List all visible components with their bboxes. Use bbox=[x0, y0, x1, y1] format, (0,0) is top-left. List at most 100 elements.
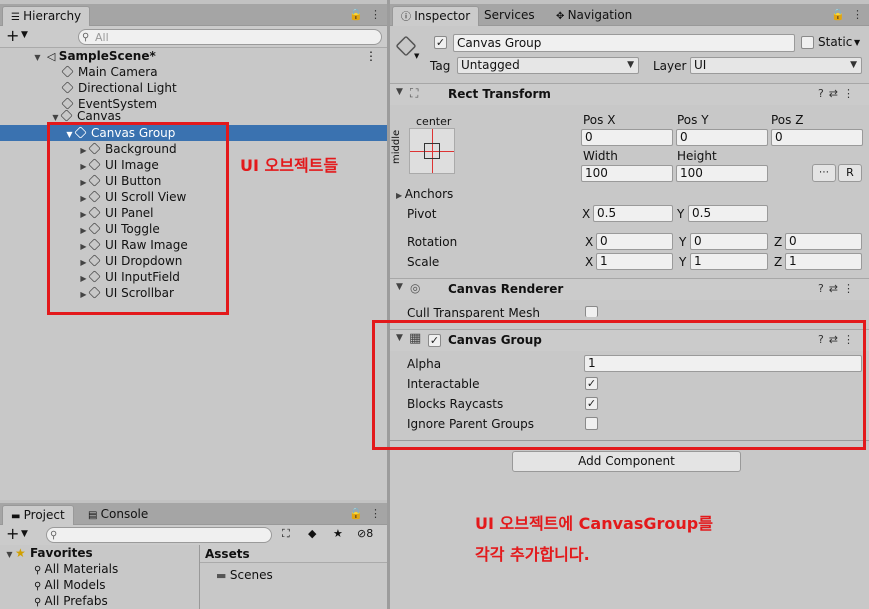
pivot-y-label: Y bbox=[677, 207, 685, 221]
add-icon[interactable]: + bbox=[6, 525, 19, 543]
width-input[interactable]: 100 bbox=[581, 165, 673, 182]
more-icon[interactable]: ⋮ bbox=[843, 282, 859, 295]
preset-icon[interactable]: ⇄ bbox=[829, 87, 843, 100]
pivot-label: Pivot bbox=[407, 207, 437, 221]
component-header-icons: ?⇄⋮ bbox=[818, 282, 859, 295]
tag-label: Tag bbox=[430, 59, 451, 73]
label-icon[interactable]: ◆ bbox=[308, 527, 316, 540]
expand-arrow-icon[interactable]: ▼ bbox=[32, 50, 43, 66]
eye-off-icon: ⊘ bbox=[357, 527, 367, 540]
chevron-down-icon: ▼ bbox=[850, 60, 857, 70]
tab-services[interactable]: Services bbox=[476, 6, 543, 26]
tab-navigation[interactable]: ✥ Navigation bbox=[548, 6, 640, 26]
height-input[interactable]: 100 bbox=[676, 165, 768, 182]
favorite-item[interactable]: ⚲ All Materials bbox=[34, 561, 118, 577]
more-icon[interactable]: ⋮ bbox=[370, 507, 381, 520]
expand-arrow-icon[interactable]: ▼ bbox=[396, 87, 403, 97]
canvas-renderer-header[interactable]: ▼ ◎ Canvas Renderer ?⇄⋮ bbox=[390, 278, 869, 300]
search-icon: ⚲ bbox=[50, 530, 58, 541]
anchor-preset-button[interactable] bbox=[409, 128, 455, 174]
gameobject-icon bbox=[61, 97, 74, 110]
preset-icon[interactable]: ⇄ bbox=[829, 282, 843, 295]
lock-icon[interactable]: 🔒 bbox=[349, 507, 363, 520]
active-checkbox[interactable]: ✓ bbox=[434, 36, 447, 49]
pos-z-input[interactable]: 0 bbox=[771, 129, 863, 146]
hidden-count[interactable]: ⊘8 bbox=[357, 527, 373, 540]
highlight-box-canvas-group bbox=[372, 320, 866, 450]
anchors-row[interactable]: ▶ Anchors bbox=[396, 187, 453, 203]
tab-console[interactable]: ▤ Console bbox=[80, 505, 156, 525]
project-panel: ▬ Project ▤ Console 🔒 ⋮ + ▼ ⚲ ⛶ ◆ ★ ⊘8 ▼… bbox=[0, 503, 388, 609]
expand-arrow-icon[interactable]: ▼ bbox=[396, 282, 403, 292]
expand-arrow-icon[interactable]: ▼ bbox=[4, 547, 15, 563]
tree-item-canvas[interactable]: ▼ Canvas bbox=[50, 110, 121, 122]
list-icon: ☰ bbox=[11, 12, 24, 23]
annotation-objects: UI 오브젝트들 bbox=[240, 156, 339, 175]
project-search-input[interactable]: ⚲ bbox=[46, 527, 272, 543]
add-component-button[interactable]: Add Component bbox=[512, 451, 741, 472]
expand-arrow-icon[interactable]: ▶ bbox=[396, 191, 405, 200]
tree-item-main-camera[interactable]: Main Camera bbox=[61, 64, 158, 80]
chevron-down-icon[interactable]: ▼ bbox=[414, 52, 419, 60]
pos-x-input[interactable]: 0 bbox=[581, 129, 673, 146]
layer-label: Layer bbox=[653, 59, 687, 73]
hierarchy-search-input[interactable]: ⚲ All bbox=[78, 29, 382, 45]
rect-transform-header[interactable]: ▼ ⛶ Rect Transform ?⇄⋮ bbox=[390, 83, 869, 105]
cull-transparent-mesh-label: Cull Transparent Mesh bbox=[407, 306, 540, 318]
more-icon[interactable]: ⋮ bbox=[852, 8, 863, 21]
hierarchy-toolbar: + ▼ ⚲ All bbox=[0, 26, 387, 48]
pos-y-label: Pos Y bbox=[677, 113, 709, 127]
chevron-down-icon[interactable]: ▼ bbox=[854, 38, 860, 47]
layer-dropdown[interactable]: UI ▼ bbox=[690, 57, 862, 74]
height-label: Height bbox=[677, 149, 717, 163]
project-toolbar: + ▼ ⚲ ⛶ ◆ ★ ⊘8 bbox=[0, 525, 387, 545]
chevron-down-icon[interactable]: ▼ bbox=[21, 30, 28, 40]
favorites-header[interactable]: ▼ ★ Favorites bbox=[4, 545, 92, 563]
assets-pane: Assets ▬ Scenes bbox=[199, 545, 388, 609]
tab-inspector[interactable]: ⓘ Inspector bbox=[392, 6, 480, 26]
annotation-line-2: 각각 추가합니다. bbox=[475, 545, 590, 564]
blueprint-mode-button[interactable]: ⋯ bbox=[812, 164, 836, 182]
more-icon[interactable]: ⋮ bbox=[365, 48, 377, 64]
pivot-x-input[interactable]: 0.5 bbox=[593, 205, 673, 222]
static-label: Static bbox=[818, 35, 853, 49]
expand-arrow-icon[interactable]: ▼ bbox=[50, 112, 61, 122]
static-checkbox[interactable] bbox=[801, 36, 814, 49]
add-icon[interactable]: + bbox=[6, 26, 19, 46]
filter-type-icon[interactable]: ⛶ bbox=[282, 527, 290, 541]
scene-row[interactable]: ▼ ◁ SampleScene* ⋮ bbox=[0, 48, 387, 64]
pos-z-label: Pos Z bbox=[771, 113, 804, 127]
component-header-icons: ?⇄⋮ bbox=[818, 87, 859, 100]
help-icon[interactable]: ? bbox=[818, 87, 829, 100]
scale-x-input[interactable]: 1 bbox=[596, 253, 673, 270]
lock-icon[interactable]: 🔒 bbox=[349, 8, 363, 21]
scale-label: Scale bbox=[407, 255, 440, 269]
scale-z-input[interactable]: 1 bbox=[785, 253, 862, 270]
tag-dropdown[interactable]: Untagged ▼ bbox=[457, 57, 639, 74]
favorite-item[interactable]: ⚲ All Models bbox=[34, 577, 106, 593]
pos-y-input[interactable]: 0 bbox=[676, 129, 768, 146]
star-icon[interactable]: ★ bbox=[333, 527, 343, 540]
scale-y-input[interactable]: 1 bbox=[690, 253, 768, 270]
cull-transparent-mesh-checkbox[interactable] bbox=[585, 306, 598, 317]
tree-item-directional-light[interactable]: Directional Light bbox=[61, 80, 177, 96]
pivot-y-input[interactable]: 0.5 bbox=[688, 205, 768, 222]
tab-hierarchy[interactable]: ☰ Hierarchy bbox=[2, 6, 91, 26]
lock-icon[interactable]: 🔒 bbox=[831, 8, 845, 21]
more-icon[interactable]: ⋮ bbox=[370, 8, 381, 21]
rotation-z-input[interactable]: 0 bbox=[785, 233, 862, 250]
anchor-caption-middle: middle bbox=[391, 129, 402, 164]
console-icon: ▤ bbox=[88, 510, 101, 521]
asset-folder[interactable]: ▬ Scenes bbox=[216, 567, 273, 583]
raw-edit-button[interactable]: R bbox=[838, 164, 862, 182]
favorite-item[interactable]: ⚲ All Prefabs bbox=[34, 593, 108, 609]
hierarchy-tabbar: ☰ Hierarchy 🔒 ⋮ bbox=[0, 4, 387, 26]
search-icon: ⚲ bbox=[34, 565, 45, 576]
rotation-y-input[interactable]: 0 bbox=[690, 233, 768, 250]
help-icon[interactable]: ? bbox=[818, 282, 829, 295]
rotation-x-input[interactable]: 0 bbox=[596, 233, 673, 250]
chevron-down-icon[interactable]: ▼ bbox=[21, 529, 28, 539]
tab-project[interactable]: ▬ Project bbox=[2, 505, 74, 525]
object-name-input[interactable]: Canvas Group bbox=[453, 34, 795, 52]
more-icon[interactable]: ⋮ bbox=[843, 87, 859, 100]
